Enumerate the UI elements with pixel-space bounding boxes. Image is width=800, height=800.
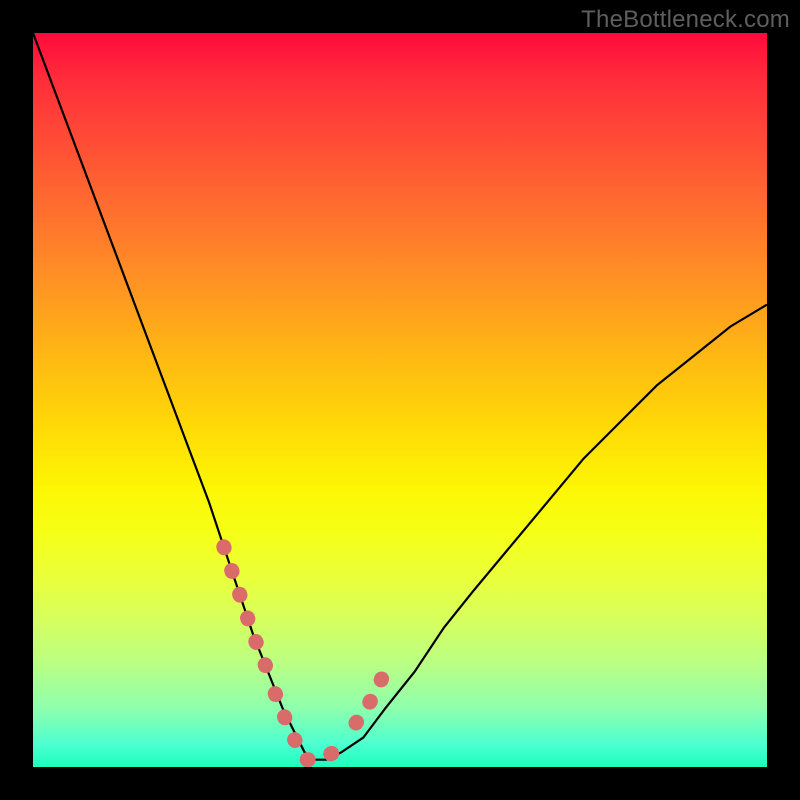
accent-segment (275, 694, 348, 760)
plot-area (33, 33, 767, 767)
accent-markers (224, 547, 385, 760)
bottleneck-curve-path (33, 33, 767, 760)
curve-svg (33, 33, 767, 767)
watermark-text: TheBottleneck.com (581, 6, 790, 34)
chart-frame: TheBottleneck.com (0, 0, 800, 800)
